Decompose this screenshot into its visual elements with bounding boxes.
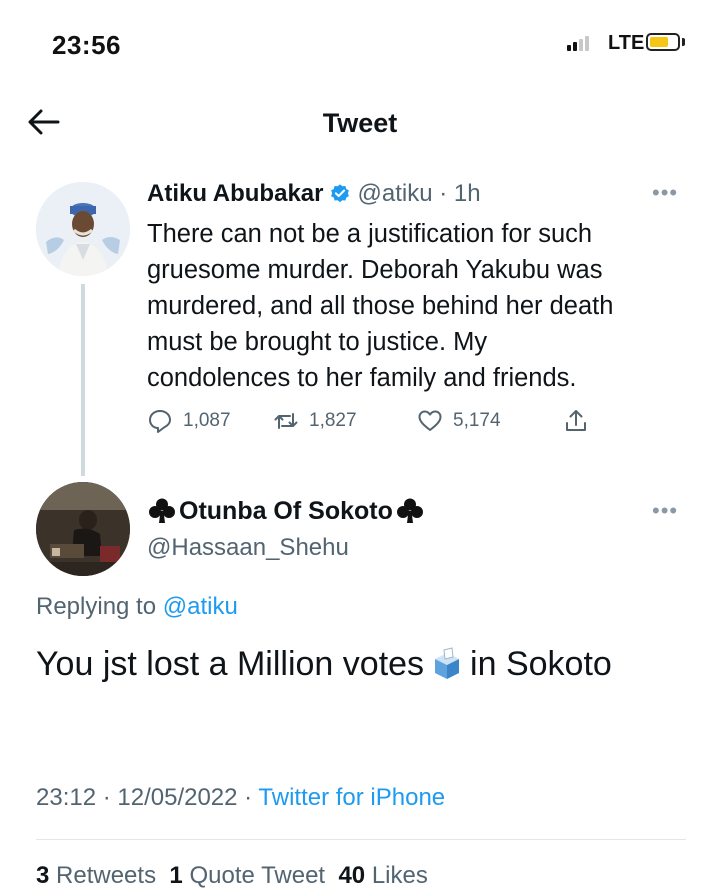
retweet-icon — [274, 413, 298, 429]
divider — [36, 839, 686, 840]
share-action[interactable] — [563, 408, 589, 434]
tweet-meta: 23:12 · 12/05/2022 · Twitter for iPhone — [36, 784, 445, 812]
battery-icon — [646, 33, 680, 51]
like-action[interactable]: 5,174 — [417, 408, 501, 434]
retweets-stat[interactable]: 3 Retweets — [36, 862, 156, 889]
reply-count: 1,087 — [183, 410, 231, 431]
status-time: 23:56 — [52, 30, 121, 60]
tweet-actions: 1,087 1,827 5,174 — [147, 408, 597, 438]
reply-tweet-text: You jst lost a Million votes in Sokoto — [36, 637, 676, 691]
signal-icon — [567, 35, 589, 51]
share-icon — [566, 410, 586, 431]
replying-to: Replying to @atiku — [36, 593, 238, 621]
verified-badge-icon — [331, 184, 350, 203]
reply-text-part1: You jst lost a Million votes — [36, 645, 425, 683]
reply-action[interactable]: 1,087 — [147, 408, 231, 434]
tweet-source-link[interactable]: Twitter for iPhone — [258, 784, 445, 811]
retweets-label: Retweets — [56, 862, 157, 889]
retweet-action[interactable]: 1,827 — [273, 408, 357, 434]
likes-label: Likes — [371, 862, 428, 889]
ballot-box-icon — [435, 647, 460, 679]
quotes-count: 1 — [169, 862, 183, 889]
reply-author-handle: @Hassaan_Shehu — [147, 534, 349, 561]
more-options-icon[interactable]: ••• — [652, 498, 678, 524]
heart-icon — [418, 410, 442, 431]
avatar[interactable] — [36, 182, 130, 276]
club-suit-icon — [149, 498, 175, 523]
retweet-count: 1,827 — [309, 410, 357, 431]
avatar-portrait — [36, 182, 130, 276]
tweet-text: There can not be a justification for suc… — [147, 220, 614, 392]
reply-author-name[interactable]: Otunba Of Sokoto — [179, 497, 393, 526]
like-count: 5,174 — [453, 410, 501, 431]
author-name[interactable]: Atiku Abubakar — [147, 180, 323, 208]
replying-mention-link[interactable]: @atiku — [163, 593, 238, 620]
likes-stat[interactable]: 40 Likes — [338, 862, 427, 889]
reply-text-part2: in Sokoto — [470, 645, 612, 683]
battery-tip — [682, 38, 685, 46]
likes-count: 40 — [338, 862, 366, 889]
arrow-left-icon[interactable] — [26, 108, 60, 136]
reply-icon — [149, 410, 171, 433]
page-title: Tweet — [322, 108, 398, 138]
quotes-stat[interactable]: 1 Quote Tweet — [169, 862, 325, 889]
replying-prefix: Replying to — [36, 593, 163, 620]
author-handle-time: @atiku · 1h — [357, 180, 481, 207]
avatar-photo — [36, 482, 130, 576]
club-suit-icon — [396, 498, 423, 523]
tweet-stats: 3 Retweets 1 Quote Tweet 40 Likes — [36, 862, 428, 890]
tweet-author-row: Atiku Abubakar @atiku · 1h — [147, 180, 481, 208]
tweet-timestamp: 23:12 · 12/05/2022 · — [36, 784, 259, 811]
avatar[interactable] — [36, 482, 130, 576]
quotes-label: Quote Tweet — [189, 862, 326, 889]
network-label: LTE — [608, 32, 645, 54]
reply-author-row: Otunba Of Sokoto — [147, 496, 425, 526]
retweets-count: 3 — [36, 862, 50, 889]
thread-line — [81, 284, 85, 476]
more-options-icon[interactable]: ••• — [652, 180, 678, 206]
